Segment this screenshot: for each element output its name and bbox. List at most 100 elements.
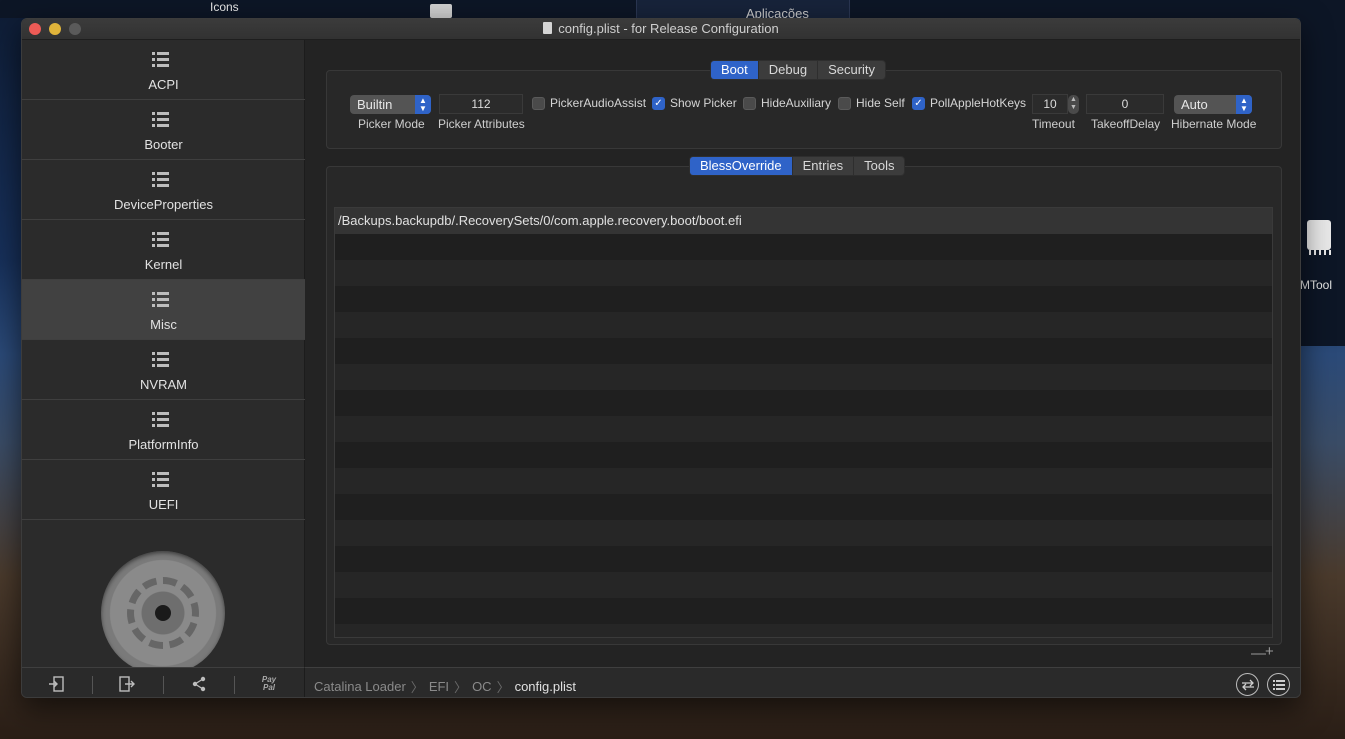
remove-row-button[interactable]: — xyxy=(1251,645,1266,662)
table-row-empty xyxy=(335,390,1272,416)
popup-arrows-icon: ▲ ▼ xyxy=(1236,95,1252,114)
checkmark-icon: ✓ xyxy=(652,96,665,110)
table-row-empty xyxy=(335,546,1272,572)
breadcrumb-item[interactable]: EFI xyxy=(429,679,449,694)
checkbox-box xyxy=(743,96,756,110)
chevron-right-icon: 〉 xyxy=(454,680,468,695)
timeout-label: Timeout xyxy=(1032,117,1075,131)
desktop-finder-strip xyxy=(636,0,850,18)
footer-separator xyxy=(234,676,235,694)
chevron-right-icon: 〉 xyxy=(496,680,510,695)
picker-mode-popup[interactable]: Builtin ▲ ▼ xyxy=(350,95,431,114)
sidebar-item-misc[interactable]: Misc xyxy=(22,280,305,340)
footer-separator xyxy=(163,676,164,694)
list-icon xyxy=(152,352,170,368)
breadcrumb: Catalina Loader 〉 EFI 〉 OC 〉 config.plis… xyxy=(314,677,576,696)
add-row-button[interactable]: + xyxy=(1265,643,1274,660)
sidebar-item-label: PlatformInfo xyxy=(128,437,199,452)
table-row-empty xyxy=(335,286,1272,312)
picker-attributes-input[interactable] xyxy=(439,94,523,114)
table-row-empty xyxy=(335,364,1272,390)
tab-tools[interactable]: Tools xyxy=(854,157,904,175)
hide-auxiliary-checkbox[interactable]: HideAuxiliary xyxy=(743,96,831,110)
picker-mode-label: Picker Mode xyxy=(358,117,425,131)
checkbox-box xyxy=(838,96,851,110)
timeout-input[interactable] xyxy=(1032,94,1068,114)
tab-bless-override[interactable]: BlessOverride xyxy=(690,157,793,175)
popup-arrows-icon: ▲ ▼ xyxy=(415,95,431,114)
window-title-text: config.plist - for Release Configuration xyxy=(558,21,779,36)
main-panel: Boot Debug Security Builtin ▲ ▼ Picker Mo… xyxy=(305,40,1300,667)
export-icon[interactable] xyxy=(115,673,139,695)
list-icon xyxy=(152,232,170,248)
desktop-right-panel xyxy=(1300,18,1345,346)
window-title: config.plist - for Release Configuration xyxy=(22,21,1300,36)
hide-self-checkbox[interactable]: Hide Self xyxy=(838,96,905,110)
list-icon xyxy=(152,52,170,68)
table-row-empty xyxy=(335,572,1272,598)
sidebar-footer: Pay Pal xyxy=(22,667,305,697)
desktop-tool-label: MTool xyxy=(1300,278,1333,292)
sidebar-item-uefi[interactable]: UEFI xyxy=(22,460,305,520)
swap-arrows-icon[interactable] xyxy=(1236,673,1259,696)
sidebar-item-platforminfo[interactable]: PlatformInfo xyxy=(22,400,305,460)
title-bar: config.plist - for Release Configuration xyxy=(22,19,1300,40)
checkbox-box xyxy=(532,96,545,110)
breadcrumb-current[interactable]: config.plist xyxy=(515,679,576,694)
sidebar: ACPI Booter DeviceProperties Kernel Misc… xyxy=(22,40,305,675)
takeoff-delay-input[interactable] xyxy=(1086,94,1164,114)
list-icon xyxy=(152,172,170,188)
bless-override-table[interactable]: /Backups.backupdb/.RecoverySets/0/com.ap… xyxy=(334,207,1273,638)
table-row-empty xyxy=(335,338,1272,364)
sidebar-item-acpi[interactable]: ACPI xyxy=(22,40,305,100)
disk-hole xyxy=(155,605,171,621)
table-row-empty xyxy=(335,416,1272,442)
table-row-empty xyxy=(335,624,1272,637)
sidebar-item-label: UEFI xyxy=(148,497,179,512)
desktop-document-icon xyxy=(430,4,452,18)
table-row-empty xyxy=(335,234,1272,260)
hibernate-mode-popup[interactable]: Auto ▲ ▼ xyxy=(1174,95,1252,114)
sidebar-item-label: ACPI xyxy=(148,77,179,92)
paypal-icon[interactable]: Pay Pal xyxy=(257,673,281,695)
tab-boot[interactable]: Boot xyxy=(711,61,759,79)
chip-icon[interactable] xyxy=(1303,218,1335,256)
sub-tab-bar: BlessOverride Entries Tools xyxy=(689,156,906,176)
hibernate-mode-label: Hibernate Mode xyxy=(1171,117,1257,131)
poll-apple-hotkeys-checkbox[interactable]: ✓ PollAppleHotKeys xyxy=(912,96,1026,110)
tab-debug[interactable]: Debug xyxy=(759,61,819,79)
table-row-empty xyxy=(335,312,1272,338)
sidebar-item-booter[interactable]: Booter xyxy=(22,100,305,160)
checkmark-icon: ✓ xyxy=(912,96,925,110)
picker-attributes-label: Picker Attributes xyxy=(438,117,525,131)
sidebar-item-label: NVRAM xyxy=(140,377,187,392)
picker-mode-value: Builtin xyxy=(357,97,393,112)
tab-security[interactable]: Security xyxy=(818,61,885,79)
checkbox-label: HideAuxiliary xyxy=(761,96,832,110)
paypal-line2: Pal xyxy=(262,683,275,692)
show-picker-checkbox[interactable]: ✓ Show Picker xyxy=(652,96,737,110)
sidebar-item-nvram[interactable]: NVRAM xyxy=(22,340,305,400)
list-view-icon[interactable] xyxy=(1267,673,1290,696)
checkbox-label: Hide Self xyxy=(856,96,905,110)
tab-entries[interactable]: Entries xyxy=(793,157,855,175)
disk-logo-icon xyxy=(101,551,225,675)
share-icon[interactable] xyxy=(187,673,211,695)
sidebar-item-deviceproperties[interactable]: DeviceProperties xyxy=(22,160,305,220)
sidebar-item-label: Kernel xyxy=(144,257,183,272)
timeout-stepper[interactable]: ▲ ▼ xyxy=(1068,95,1079,114)
table-row-empty xyxy=(335,598,1272,624)
list-icon xyxy=(152,292,170,308)
table-row[interactable]: /Backups.backupdb/.RecoverySets/0/com.ap… xyxy=(335,208,1272,234)
breadcrumb-item[interactable]: Catalina Loader xyxy=(314,679,406,694)
picker-audio-assist-checkbox[interactable]: PickerAudioAssist xyxy=(532,96,646,110)
sidebar-item-kernel[interactable]: Kernel xyxy=(22,220,305,280)
checkbox-label: Show Picker xyxy=(670,96,737,110)
import-icon[interactable] xyxy=(44,673,68,695)
table-row-empty xyxy=(335,494,1272,520)
sidebar-item-label: Misc xyxy=(150,317,177,332)
table-row-empty xyxy=(335,260,1272,286)
app-window: config.plist - for Release Configuration… xyxy=(21,18,1301,698)
breadcrumb-item[interactable]: OC xyxy=(472,679,492,694)
checkbox-label: PollAppleHotKeys xyxy=(930,96,1027,110)
